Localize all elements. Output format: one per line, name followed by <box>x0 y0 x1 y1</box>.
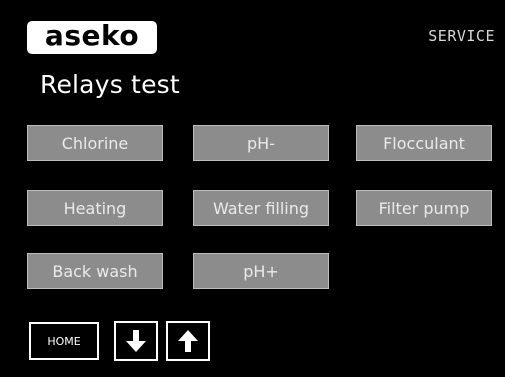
arrow-up-icon <box>178 330 198 352</box>
relay-button-flocculant[interactable]: Flocculant <box>356 125 492 161</box>
relay-button-filter-pump[interactable]: Filter pump <box>356 190 492 226</box>
mode-indicator: SERVICE <box>428 27 495 45</box>
relay-button-ph-minus[interactable]: pH- <box>193 125 329 161</box>
scroll-up-button[interactable] <box>166 321 210 361</box>
arrow-down-icon <box>126 330 146 352</box>
relay-button-heating[interactable]: Heating <box>27 190 163 226</box>
scroll-down-button[interactable] <box>114 321 158 361</box>
logo-text: aseko <box>44 19 140 52</box>
relay-button-water-filling[interactable]: Water filling <box>193 190 329 226</box>
aseko-logo: aseko <box>27 21 157 54</box>
page-title: Relays test <box>40 70 180 99</box>
relay-button-ph-plus[interactable]: pH+ <box>193 253 329 289</box>
relay-button-back-wash[interactable]: Back wash <box>27 253 163 289</box>
home-button[interactable]: HOME <box>29 322 99 360</box>
relay-button-chlorine[interactable]: Chlorine <box>27 125 163 161</box>
